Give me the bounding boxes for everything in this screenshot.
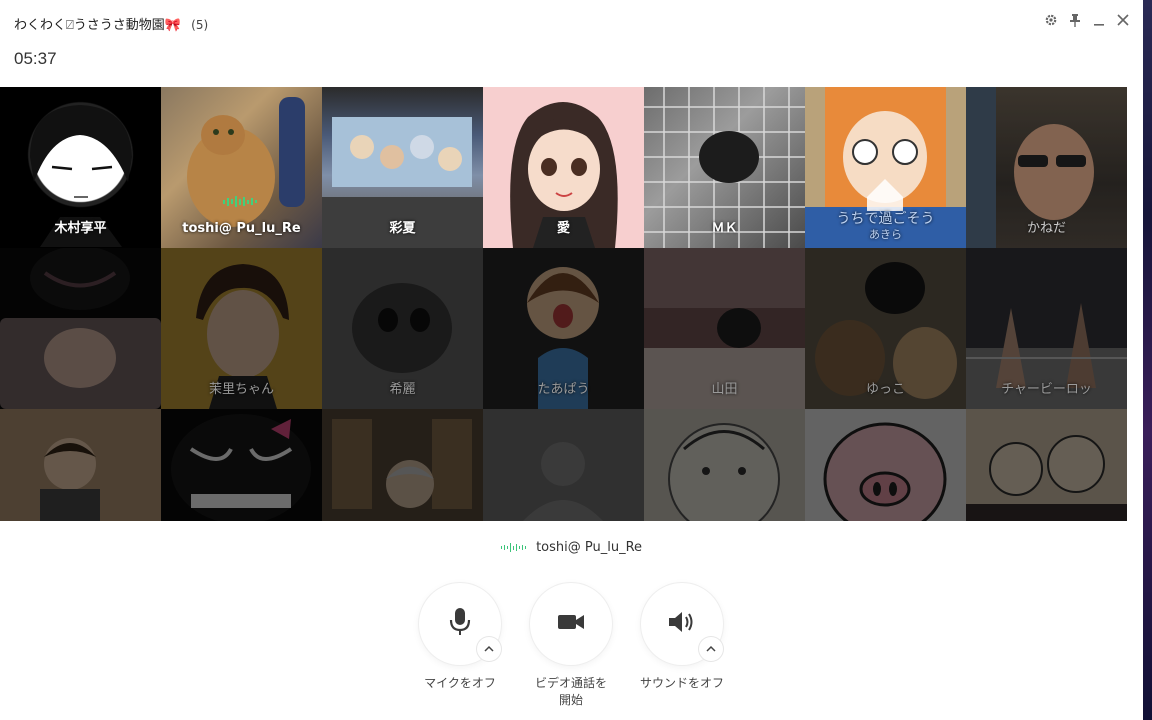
participant-name: たあぱう bbox=[537, 382, 590, 397]
speaking-indicator bbox=[223, 196, 257, 207]
participant-tile[interactable]: 山田 bbox=[644, 248, 805, 409]
video-label-line1: ビデオ通話を bbox=[534, 676, 607, 690]
pin-icon[interactable] bbox=[1067, 11, 1083, 29]
member-count: (5) bbox=[191, 18, 209, 32]
participant-tile[interactable]: 茉里ちゃん bbox=[161, 248, 322, 409]
video-call-button[interactable] bbox=[530, 583, 612, 665]
participant-tile[interactable]: 希麗 bbox=[322, 248, 483, 409]
titlebar: わくわく⍁うさうさ動物園🎀 (5) bbox=[0, 0, 1143, 44]
participant-name: 希麗 bbox=[389, 382, 416, 397]
participant-tile[interactable] bbox=[0, 409, 161, 521]
participant-name: 山田 bbox=[711, 382, 738, 397]
sound-toggle-button[interactable] bbox=[641, 583, 723, 665]
call-controls: マイクをオフ ビデオ通話を 開始 サウンドをオフ bbox=[0, 583, 1143, 713]
chevron-up-icon[interactable] bbox=[699, 637, 723, 661]
participant-tile[interactable]: かねだ bbox=[966, 87, 1127, 248]
participant-name: toshi@ Pu_lu_Re bbox=[182, 221, 301, 236]
participant-tile[interactable] bbox=[483, 409, 644, 521]
participant-name: 愛 bbox=[556, 221, 570, 236]
video-label-line2: 開始 bbox=[558, 693, 583, 707]
mic-control: マイクをオフ bbox=[410, 583, 510, 692]
chevron-up-icon[interactable] bbox=[477, 637, 501, 661]
call-timer: 05:37 bbox=[14, 49, 57, 68]
participant-tile[interactable]: 木村享平 bbox=[0, 87, 161, 248]
mic-label: マイクをオフ bbox=[424, 676, 496, 690]
group-name: わくわく⍁うさうさ動物園🎀 bbox=[14, 18, 181, 33]
participant-name: 彩夏 bbox=[389, 221, 416, 236]
video-camera-icon bbox=[557, 612, 585, 636]
window-title: わくわく⍁うさうさ動物園🎀 (5) bbox=[14, 14, 208, 33]
desktop-background bbox=[1143, 0, 1152, 720]
mic-toggle-button[interactable] bbox=[419, 583, 501, 665]
participant-tile[interactable]: うちで過ごそう あきら bbox=[805, 87, 966, 248]
participant-tile[interactable]: たあぱう bbox=[483, 248, 644, 409]
window-controls bbox=[1043, 11, 1131, 29]
sound-control: サウンドをオフ bbox=[632, 583, 732, 692]
participant-tile[interactable]: toshi@ Pu_lu_Re bbox=[161, 87, 322, 248]
audio-level-icon bbox=[500, 543, 526, 552]
participant-tile[interactable] bbox=[805, 409, 966, 521]
participant-name: あきら bbox=[869, 228, 902, 241]
participant-tile[interactable] bbox=[0, 248, 161, 409]
minimize-icon[interactable] bbox=[1091, 11, 1107, 29]
participant-tile[interactable]: 愛 bbox=[483, 87, 644, 248]
participant-tile[interactable] bbox=[644, 409, 805, 521]
participant-name: 茉里ちゃん bbox=[208, 382, 274, 397]
participant-name: かねだ bbox=[1026, 221, 1066, 236]
participant-name: チャービーロッ bbox=[1001, 382, 1092, 397]
video-control: ビデオ通話を 開始 bbox=[521, 583, 621, 709]
participant-tile[interactable]: ゆっこ bbox=[805, 248, 966, 409]
microphone-icon bbox=[447, 607, 473, 641]
sound-label: サウンドをオフ bbox=[639, 676, 724, 690]
tile-overlay-text: うちで過ごそう bbox=[836, 211, 935, 227]
participant-tile[interactable]: チャービーロッ bbox=[966, 248, 1127, 409]
close-icon[interactable] bbox=[1115, 11, 1131, 29]
active-speaker-name: toshi@ Pu_lu_Re bbox=[536, 540, 643, 555]
participant-tile[interactable]: ＭＫ bbox=[644, 87, 805, 248]
participant-tile[interactable] bbox=[161, 409, 322, 521]
participant-name: ゆっこ bbox=[865, 382, 905, 397]
active-speaker-bar: toshi@ Pu_lu_Re bbox=[0, 540, 1143, 555]
participant-name: ＭＫ bbox=[711, 221, 738, 236]
speaker-icon bbox=[667, 609, 697, 639]
gear-icon[interactable] bbox=[1043, 11, 1059, 29]
participant-grid: 木村享平 toshi@ Pu_lu_Re 彩夏 愛 ＭＫ うちで過ごそう あきら… bbox=[0, 87, 1127, 521]
video-label: ビデオ通話を 開始 bbox=[521, 675, 621, 709]
participant-name: 木村享平 bbox=[54, 221, 107, 236]
participant-tile[interactable]: 彩夏 bbox=[322, 87, 483, 248]
group-call-window: わくわく⍁うさうさ動物園🎀 (5) 05:37 木村享平 toshi@ Pu_l… bbox=[0, 0, 1143, 720]
participant-tile[interactable] bbox=[322, 409, 483, 521]
participant-tile[interactable] bbox=[966, 409, 1127, 521]
